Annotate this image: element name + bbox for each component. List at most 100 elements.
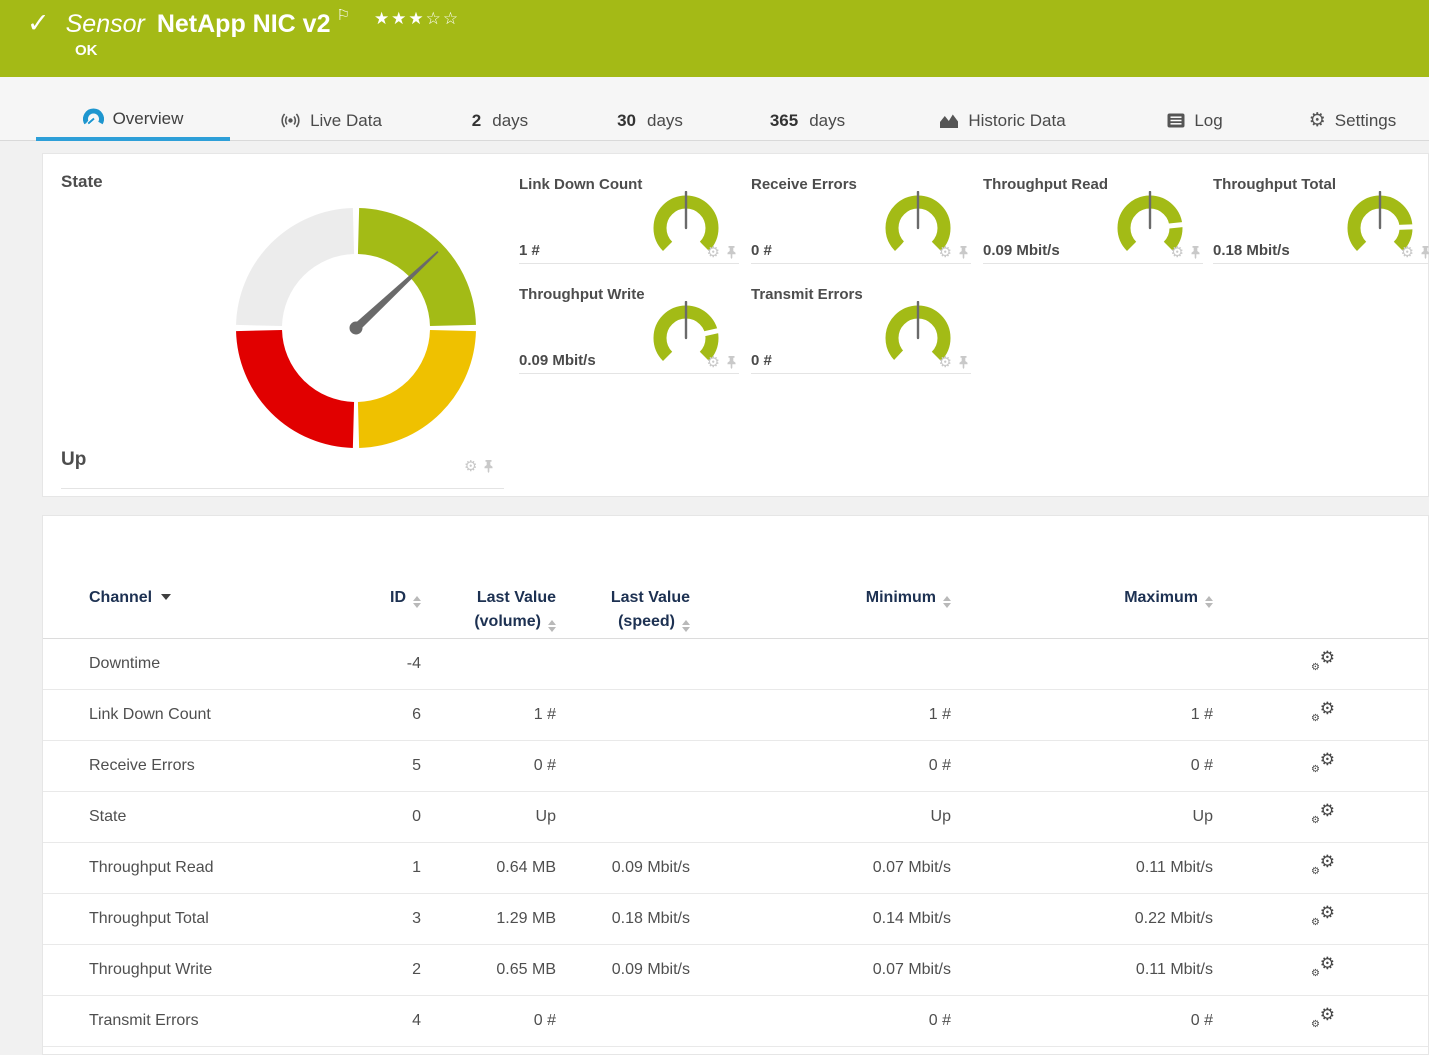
gauge-gear-icon[interactable]: ⚙ — [939, 245, 952, 260]
gauge-gear-icon[interactable]: ⚙ — [1171, 245, 1184, 260]
channels-table-panel: Channel ID Last Value(volume) Last Value… — [42, 515, 1429, 1055]
state-gauge-title: State — [61, 172, 103, 192]
tab-365-days-number: 365 — [770, 111, 798, 131]
gauge-icon — [83, 108, 104, 129]
stars-empty: ☆☆ — [426, 9, 460, 28]
gauge-gear-icon[interactable]: ⚙ — [707, 245, 720, 260]
gauge-card-throughput-read: Throughput Read 0.09 Mbit/s ⚙ — [983, 171, 1203, 264]
gauge-value: 1 # — [519, 242, 540, 259]
state-segment-unknown — [259, 231, 353, 325]
table-row-throughput-write: Throughput Write 2 0.65 MB 0.09 Mbit/s 0… — [43, 945, 1428, 996]
gauge-value: 0.09 Mbit/s — [519, 352, 596, 369]
column-header-maximum[interactable]: Maximum — [951, 586, 1213, 610]
stars-filled: ★★★ — [374, 9, 426, 28]
column-header-id[interactable]: ID — [351, 586, 421, 610]
table-row-transmit-errors: Transmit Errors 4 0 # 0 # 0 # ⚙⚙ — [43, 996, 1428, 1047]
channel-settings-gears-icon[interactable]: ⚙⚙ — [1311, 753, 1335, 775]
gauge-card-actions: ⚙ — [939, 355, 969, 370]
channel-name[interactable]: Transmit Errors — [89, 1012, 351, 1030]
tab-settings-label: Settings — [1335, 111, 1396, 131]
tab-2-days-number: 2 — [472, 111, 481, 131]
gauge-card-throughput-write: Throughput Write 0.09 Mbit/s ⚙ — [519, 281, 739, 374]
gauge-card-link-down-count: Link Down Count 1 # ⚙ — [519, 171, 739, 264]
gauge-card-actions: ⚙ — [939, 245, 969, 260]
channel-settings-gears-icon[interactable]: ⚙⚙ — [1311, 957, 1335, 979]
gauge-pin-icon[interactable] — [958, 356, 969, 369]
gauge-gear-icon[interactable]: ⚙ — [707, 355, 720, 370]
tab-30-days-label: days — [647, 111, 683, 131]
gauge-value: 0 # — [751, 242, 772, 259]
tab-365-days[interactable]: 365 days — [745, 100, 870, 141]
channel-name[interactable]: State — [89, 808, 351, 826]
channels-table-body: Downtime -4 ⚙⚙ Link Down Count 6 1 # 1 #… — [43, 639, 1428, 1047]
table-row-throughput-total: Throughput Total 3 1.29 MB 0.18 Mbit/s 0… — [43, 894, 1428, 945]
gauge-card-transmit-errors: Transmit Errors 0 # ⚙ — [751, 281, 971, 374]
gauge-pin-icon[interactable] — [726, 246, 737, 259]
sensor-titlebar: ✓ Sensor NetApp NIC v2 ⚐ ★★★☆☆ — [27, 6, 460, 42]
state-gear-icon[interactable]: ⚙ — [464, 459, 477, 474]
flag-icon[interactable]: ⚐ — [336, 8, 349, 24]
area-chart-icon — [939, 113, 959, 129]
column-header-last-value-volume[interactable]: Last Value(volume) — [421, 586, 556, 634]
gauge-card-throughput-total: Throughput Total 0.18 Mbit/s ⚙ — [1213, 171, 1429, 264]
tab-2-days-label: days — [492, 111, 528, 131]
gauge-card-actions: ⚙ — [707, 355, 737, 370]
gauge-title: Transmit Errors — [751, 286, 863, 303]
gauge-card-actions: ⚙ — [707, 245, 737, 260]
tab-30-days[interactable]: 30 days — [590, 100, 710, 141]
sort-arrows-icon — [548, 620, 556, 632]
channel-settings-gears-icon[interactable]: ⚙⚙ — [1311, 651, 1335, 673]
state-pin-icon[interactable] — [483, 460, 494, 473]
tab-overview[interactable]: Overview — [36, 100, 230, 141]
state-donut-gauge — [231, 203, 481, 453]
gauge-title: Throughput Read — [983, 176, 1108, 193]
channel-name[interactable]: Throughput Write — [89, 961, 351, 979]
gauge-gear-icon[interactable]: ⚙ — [1401, 245, 1414, 260]
channel-settings-gears-icon[interactable]: ⚙⚙ — [1311, 804, 1335, 826]
state-segment-down — [259, 331, 353, 425]
column-header-last-value-speed[interactable]: Last Value(speed) — [556, 586, 690, 634]
channel-name[interactable]: Receive Errors — [89, 757, 351, 775]
gauge-pin-icon[interactable] — [726, 356, 737, 369]
tab-2-days[interactable]: 2 days — [440, 100, 560, 141]
channel-settings-gears-icon[interactable]: ⚙⚙ — [1311, 1008, 1335, 1030]
page-title: NetApp NIC v2 — [157, 6, 331, 42]
table-row-link-down-count: Link Down Count 6 1 # 1 # 1 # ⚙⚙ — [43, 690, 1428, 741]
gauge-pin-icon[interactable] — [1190, 246, 1201, 259]
tab-historic-data-label: Historic Data — [968, 111, 1065, 131]
gauge-gear-icon[interactable]: ⚙ — [939, 355, 952, 370]
sensor-status-text: OK — [75, 42, 98, 59]
tab-live-data[interactable]: Live Data — [256, 100, 406, 141]
channel-settings-gears-icon[interactable]: ⚙⚙ — [1311, 906, 1335, 928]
channels-table-header: Channel ID Last Value(volume) Last Value… — [43, 586, 1428, 639]
gauge-card-actions: ⚙ — [1401, 245, 1429, 260]
channel-name[interactable]: Downtime — [89, 655, 351, 673]
gauges-panel: State Up ⚙ Link Down Count — [42, 153, 1429, 497]
status-ok-check-icon: ✓ — [27, 6, 50, 40]
gauge-title: Throughput Total — [1213, 176, 1336, 193]
settings-gear-icon: ⚙ — [1309, 111, 1326, 130]
gauge-title: Throughput Write — [519, 286, 645, 303]
channel-settings-gears-icon[interactable]: ⚙⚙ — [1311, 702, 1335, 724]
channel-settings-gears-icon[interactable]: ⚙⚙ — [1311, 855, 1335, 877]
table-row-throughput-read: Throughput Read 1 0.64 MB 0.09 Mbit/s 0.… — [43, 843, 1428, 894]
priority-stars[interactable]: ★★★☆☆ — [374, 9, 460, 29]
column-header-channel[interactable]: Channel — [89, 586, 351, 610]
gauge-card-actions: ⚙ — [1171, 245, 1201, 260]
gauge-value: 0.09 Mbit/s — [983, 242, 1060, 259]
channel-name[interactable]: Throughput Total — [89, 910, 351, 928]
table-row-receive-errors: Receive Errors 5 0 # 0 # 0 # ⚙⚙ — [43, 741, 1428, 792]
tab-historic-data[interactable]: Historic Data — [905, 100, 1100, 141]
channel-name[interactable]: Link Down Count — [89, 706, 351, 724]
state-gauge-value: Up — [61, 449, 86, 471]
sort-arrows-icon — [682, 620, 690, 632]
sort-arrows-icon — [1205, 596, 1213, 608]
tab-log[interactable]: Log — [1145, 100, 1245, 141]
channel-name[interactable]: Throughput Read — [89, 859, 351, 877]
column-header-minimum[interactable]: Minimum — [690, 586, 951, 610]
log-list-icon — [1167, 113, 1185, 128]
gauge-pin-icon[interactable] — [1420, 246, 1429, 259]
tab-settings[interactable]: ⚙ Settings — [1285, 100, 1420, 141]
tab-30-days-number: 30 — [617, 111, 636, 131]
gauge-pin-icon[interactable] — [958, 246, 969, 259]
